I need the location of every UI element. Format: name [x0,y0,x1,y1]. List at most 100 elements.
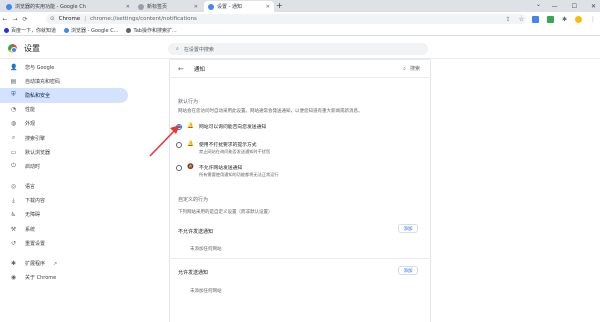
tab-new-tab[interactable]: 新标签页 ✕ [134,1,202,12]
blocked-empty-text: 未添加任何网站 [190,247,222,252]
custom-behavior-description: 下列网站采用的是自定义设置（而非默认设置） [178,210,273,215]
tab-settings-notifications[interactable]: 设置 - 通知 ✕ [204,1,274,12]
site-info-icon[interactable]: ⊙ [50,16,55,22]
bookmark-item[interactable]: Tab操作和搜索扩... [126,27,177,34]
sidebar-item-downloads[interactable]: ⤓ 下载内容 [0,194,140,208]
card-search-input[interactable]: ⌕ 搜索 [403,65,420,73]
favicon-icon [138,3,144,10]
sidebar-item-languages[interactable]: ◎ 语言 [0,180,140,194]
sidebar-item-label: 关于 Chrome [25,275,57,282]
maximize-icon[interactable]: ☐ [572,3,577,10]
default-behavior-description: 网站会在您访问时自动采用此设置。网站通常会発送通知，以便您知道有重大新闻或新消息… [178,109,363,114]
custom-behavior-heading: 自定义的行为 [178,197,209,203]
bookmark-label: Tab操作和搜索扩... [133,28,177,34]
sidebar-item-label: 搜索引擎 [25,135,46,142]
sidebar-item-performance[interactable]: ◔ 性能 [0,103,140,117]
radio-quiet[interactable] [176,141,182,148]
open-external-icon: ↗ [53,260,58,267]
bookmark-item[interactable]: 百度一下，你就知道 [4,27,56,34]
forward-icon[interactable]: → [10,16,20,23]
sidebar-item-on-startup[interactable]: ⏻ 启动时 [0,159,140,173]
sidebar-item-appearance[interactable]: ◍ 外观 [0,117,140,131]
chrome-icon [64,28,70,33]
wrench-icon: ⚒ [10,225,17,233]
extension-icon[interactable] [546,15,554,23]
reload-icon[interactable]: ⟳ [20,16,30,23]
sidebar-item-about-chrome[interactable]: ◉ 关于 Chrome [0,271,140,285]
sidebar-item-search-engine[interactable]: ⌕ 搜索引擎 [0,131,140,145]
extension-icon [126,28,132,33]
radio-block[interactable] [176,164,182,171]
favicon-icon [6,3,12,10]
bookmark-star-icon[interactable]: ☆ [519,16,524,23]
extension-icon[interactable] [531,15,539,23]
sidebar-item-default-browser[interactable]: ▭ 默认浏览器 [0,145,140,159]
menu-icon[interactable]: ⋮ [590,16,596,23]
close-tab-icon[interactable]: ✕ [126,4,130,10]
option-sublabel: 所有需要使用通知的功能都将无法正常运行 [199,172,279,177]
clipboard-icon: ▤ [10,77,17,85]
sidebar-item-reset[interactable]: ↺ 重置设置 [0,236,140,250]
sidebar-item-privacy[interactable]: ⛨ 隐私和安全 [0,88,128,103]
sidebar-item-label: 自动填充和密码 [25,78,61,85]
option-ask-to-send[interactable]: 🔔 网站可以询问能否向您发送通知 [176,123,266,130]
minimize-icon[interactable]: — [552,3,558,10]
tab-browser-features[interactable]: 浏览器的实用功能 - Google Ch ✕ [2,1,134,12]
radio-ask[interactable] [176,123,182,130]
sidebar-item-label: 您与 Google [25,64,55,71]
palette-icon: ◍ [10,120,17,128]
section-title: 通知 [193,66,205,73]
sidebar-item-label: 重置设置 [25,240,46,247]
page-title: 设置 [24,44,40,53]
address-bar[interactable]: ⊙ Chrome | chrome://settings/content/not… [46,14,526,24]
toolbar-right: ⇪ ☆ ✱ ⋮ [506,13,596,25]
option-label: 网站可以询问能否向您发送通知 [199,125,267,130]
sidebar-item-autofill[interactable]: ▤ 自动填充和密码 [0,74,140,88]
add-blocked-site-button[interactable]: 添加 [398,224,418,233]
default-behavior-heading: 默认行为 [178,99,199,105]
close-tab-icon[interactable]: ✕ [194,4,198,10]
close-tab-icon[interactable]: ✕ [266,4,270,10]
extensions-puzzle-icon[interactable]: ✱ [562,16,567,23]
sidebar-item-accessibility[interactable]: ♿ 无障碍 [0,208,140,222]
add-allowed-site-button[interactable]: 添加 [398,266,418,275]
search-placeholder: 在设置中搜索 [183,46,214,53]
bell-icon: 🔔 [187,123,194,129]
sidebar-item-label: 默认浏览器 [25,149,51,156]
share-icon[interactable]: ⇪ [506,16,511,23]
bookmark-label: 浏览器 - Google C... [71,28,119,34]
sidebar-item-label: 隐私和安全 [25,92,51,99]
accessibility-icon: ♿ [10,211,17,219]
tab-title: 新标签页 [147,4,168,10]
sidebar-item-extensions[interactable]: ✱ 扩展程序 ↗ [0,256,140,270]
option-label: 使用不打扰要求的提示方式 [199,143,257,148]
tab-search-icon[interactable]: ⌄ [536,1,541,8]
shield-icon: ⛨ [11,91,16,99]
block-section-heading: 不允许发送通知 [178,229,214,235]
option-block-notifications[interactable]: 🔕 不允许网站发送通知 所有需要使用通知的功能都将无法正常运行 [176,164,279,178]
settings-search-input[interactable]: ⌕ 在设置中搜索 [168,43,428,55]
sidebar-item-label: 系统 [25,226,36,233]
settings-sidebar: 👤 您与 Google ▤ 自动填充和密码 ⛨ 隐私和安全 ◔ 性能 ◍ 外观 ⌕ 搜索引擎… [0,60,140,285]
url-separator: | [84,16,87,22]
sidebar-item-you-and-google[interactable]: 👤 您与 Google [0,60,140,74]
baidu-icon [4,28,9,33]
chrome-logo-icon [8,44,17,53]
bookmark-item[interactable]: 浏览器 - Google C... [64,27,118,34]
back-arrow-icon[interactable]: ← [178,65,184,73]
new-tab-icon[interactable]: + [276,1,283,10]
search-icon: ⌕ [176,46,179,52]
bookmark-label: 百度一下，你就知道 [11,28,57,34]
person-icon: 👤 [10,63,18,71]
back-icon[interactable]: ← [0,16,10,23]
sidebar-item-system[interactable]: ⚒ 系统 [0,222,140,236]
sidebar-item-label: 语言 [25,184,36,191]
chrome-icon: ◉ [10,274,17,282]
puzzle-icon: ✱ [10,260,17,268]
option-quieter-messaging[interactable]: 🔔 使用不打扰要求的提示方式 禁止网站在询问能否发送通知时干扰您 [176,141,270,155]
profile-avatar[interactable] [575,15,582,23]
sidebar-item-label: 启动时 [25,163,41,170]
globe-icon: ◎ [10,183,17,191]
bell-icon: 🔔 [187,141,194,147]
close-window-icon[interactable]: ✕ [591,3,596,10]
